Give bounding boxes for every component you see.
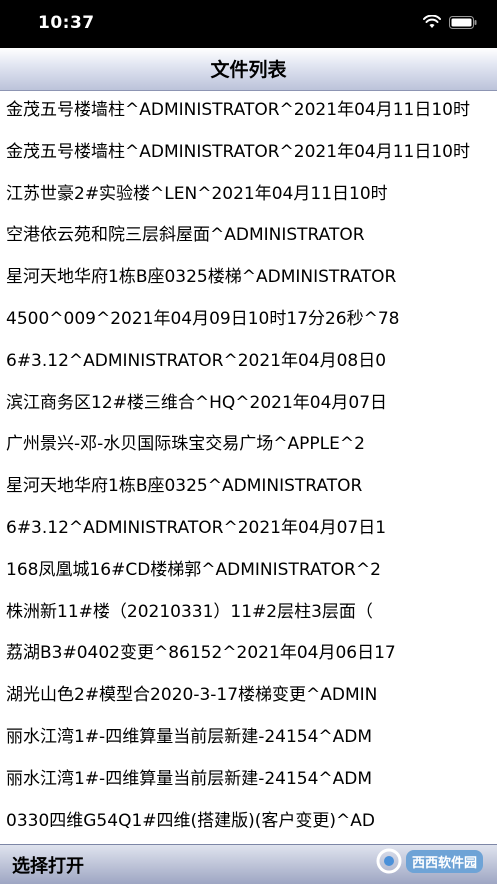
list-item[interactable]: 168凤凰城16#CD楼梯郭^ADMINISTRATOR^2 bbox=[0, 550, 497, 592]
list-item[interactable]: 6#3.12^ADMINISTRATOR^2021年04月08日0 bbox=[0, 341, 497, 383]
list-item[interactable]: 金茂五号楼墙柱^ADMINISTRATOR^2021年04月11日10时 bbox=[0, 132, 497, 174]
nav-bar: 文件列表 bbox=[0, 48, 497, 91]
list-item[interactable]: 金茂五号楼墙柱^ADMINISTRATOR^2021年04月11日10时 bbox=[0, 90, 497, 132]
battery-icon bbox=[449, 15, 477, 29]
list-item[interactable]: 星河天地华府1栋B座0325楼梯^ADMINISTRATOR bbox=[0, 257, 497, 299]
list-item[interactable]: 4500^009^2021年04月09日10时17分26秒^78 bbox=[0, 299, 497, 341]
bottom-toolbar: 选择打开 西西软件园 bbox=[0, 844, 497, 884]
list-item[interactable]: 江苏世豪2#实验楼^LEN^2021年04月11日10时 bbox=[0, 174, 497, 216]
list-item[interactable]: 星河天地华府1栋B座0325^ADMINISTRATOR bbox=[0, 466, 497, 508]
list-item[interactable]: 空港依云苑和院三层斜屋面^ADMINISTRATOR bbox=[0, 215, 497, 257]
status-bar: 10:37 bbox=[0, 0, 497, 48]
list-item[interactable]: 荔湖B3#0402变更^86152^2021年04月06日17 bbox=[0, 633, 497, 675]
list-item[interactable]: 0330四维G54Q1#四维(搭建版)(客户变更)^AD bbox=[0, 801, 497, 843]
page-title: 文件列表 bbox=[210, 59, 287, 81]
watermark: 西西软件园 bbox=[376, 848, 483, 874]
status-time: 10:37 bbox=[38, 13, 95, 33]
list-item[interactable]: 株洲新11#楼（20210331）11#2层柱3层面（ bbox=[0, 592, 497, 634]
status-icons bbox=[423, 15, 477, 29]
list-item[interactable]: 丽水江湾1#-四维算量当前层新建-24154^ADM bbox=[0, 717, 497, 759]
open-selected-button[interactable]: 选择打开 bbox=[12, 852, 84, 878]
list-item[interactable]: 滨江商务区12#楼三维合^HQ^2021年04月07日 bbox=[0, 383, 497, 425]
watermark-text: 西西软件园 bbox=[405, 849, 483, 873]
wifi-icon bbox=[423, 15, 441, 28]
list-item[interactable]: 丽水江湾1#-四维算量当前层新建-24154^ADM bbox=[0, 759, 497, 801]
watermark-logo-icon bbox=[376, 848, 402, 874]
file-list[interactable]: 金茂五号楼墙柱^ADMINISTRATOR^2021年04月11日10时 金茂五… bbox=[0, 90, 497, 844]
list-item[interactable]: 湖光山色2#模型合2020-3-17楼梯变更^ADMIN bbox=[0, 675, 497, 717]
list-item[interactable]: 广州景兴-邓-水贝国际珠宝交易广场^APPLE^2 bbox=[0, 424, 497, 466]
list-item[interactable]: 6#3.12^ADMINISTRATOR^2021年04月07日1 bbox=[0, 508, 497, 550]
